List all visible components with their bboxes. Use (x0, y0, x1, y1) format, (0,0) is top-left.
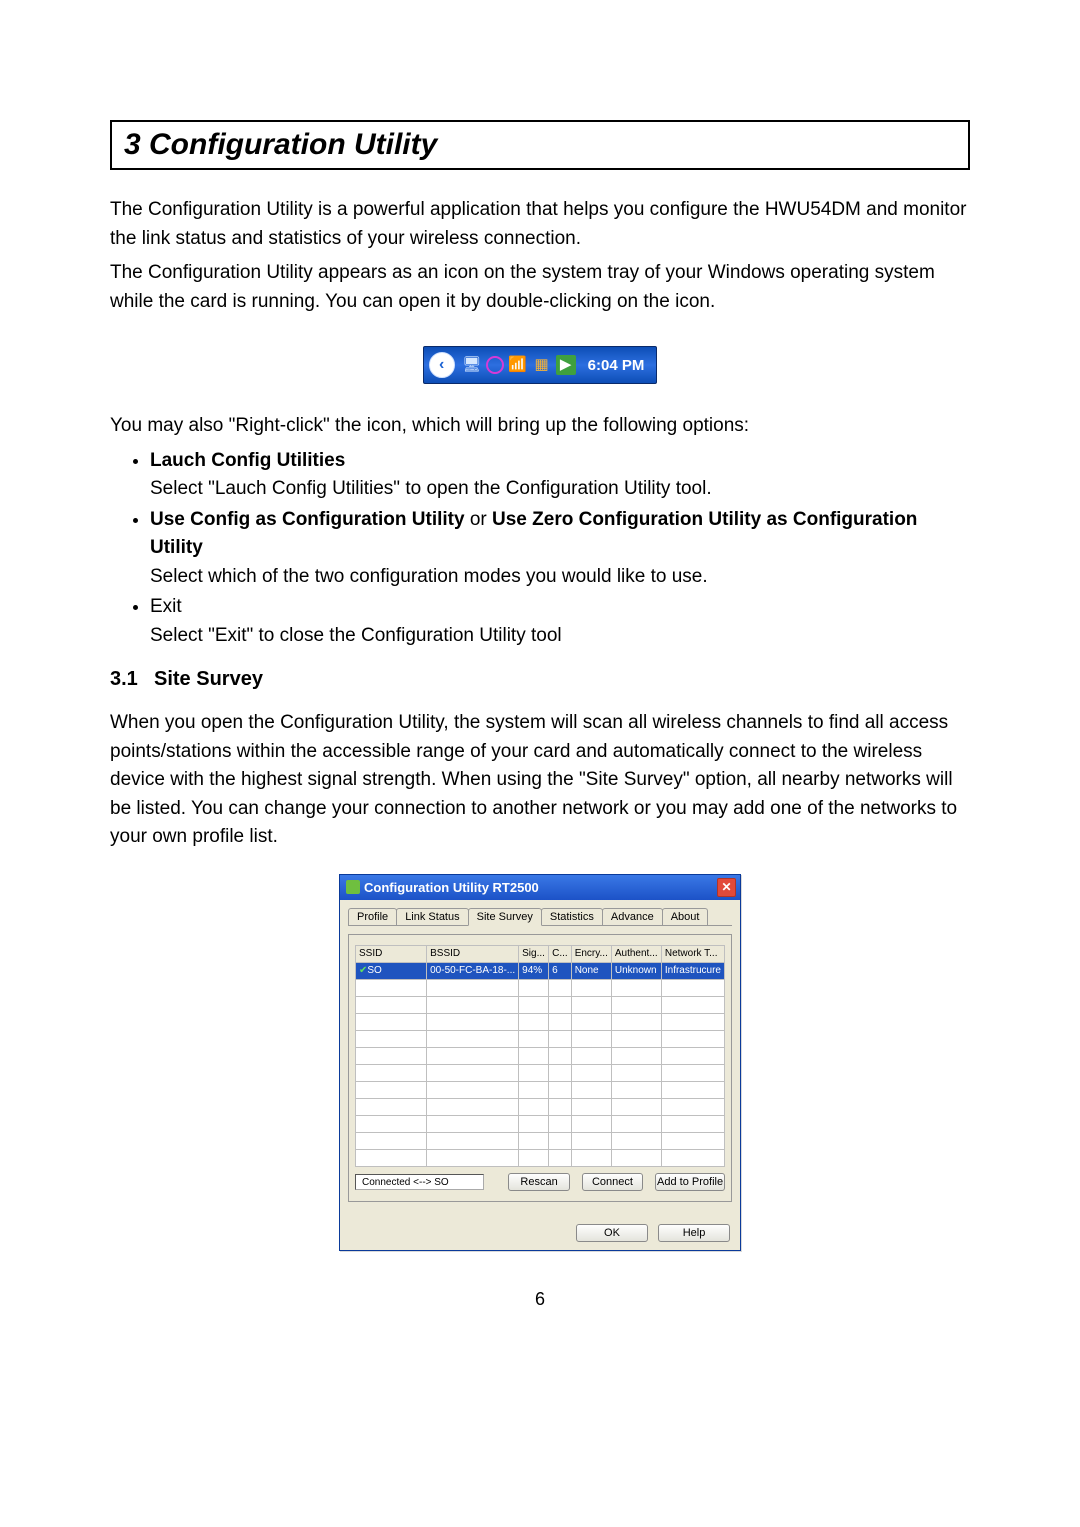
context-menu-options: Lauch Config Utilities Select "Lauch Con… (110, 447, 970, 651)
table-row[interactable] (356, 1030, 725, 1047)
tab-site-survey[interactable]: Site Survey (468, 908, 542, 926)
networks-table[interactable]: SSID BSSID Sig... C... Encry... Authent.… (355, 945, 725, 1167)
table-row[interactable] (356, 996, 725, 1013)
table-row[interactable] (356, 1047, 725, 1064)
table-row[interactable] (356, 1064, 725, 1081)
close-icon[interactable]: ✕ (717, 878, 736, 897)
dialog-title-text: Configuration Utility RT2500 (364, 880, 539, 895)
option-desc: Select which of the two configuration mo… (150, 566, 708, 587)
chapter-heading: 3 Configuration Utility (110, 120, 970, 170)
table-row[interactable] (356, 1013, 725, 1030)
table-row[interactable] (356, 1149, 725, 1166)
connect-button[interactable]: Connect (582, 1173, 643, 1191)
page-number: 6 (110, 1289, 970, 1310)
tray-clock: 6:04 PM (578, 357, 657, 374)
intro-paragraph-2: The Configuration Utility appears as an … (110, 259, 970, 316)
tab-statistics[interactable]: Statistics (541, 908, 603, 925)
tab-advance[interactable]: Advance (602, 908, 663, 925)
option-desc: Select "Exit" to close the Configuration… (150, 625, 562, 646)
table-row[interactable] (356, 1098, 725, 1115)
option-launch-config: Lauch Config Utilities Select "Lauch Con… (150, 447, 970, 504)
dialog-titlebar: Configuration Utility RT2500 ✕ (340, 875, 740, 900)
option-title: Lauch Config Utilities (150, 450, 345, 471)
table-row[interactable] (356, 1115, 725, 1132)
link-icon[interactable]: ▦ (532, 355, 552, 375)
subsection-heading: 3.1Site Survey (110, 668, 970, 691)
intro-paragraph-1: The Configuration Utility is a powerful … (110, 196, 970, 253)
config-utility-dialog: Configuration Utility RT2500 ✕ Profile L… (339, 874, 741, 1251)
help-button[interactable]: Help (658, 1224, 730, 1242)
antivirus-icon[interactable] (486, 356, 504, 374)
ok-button[interactable]: OK (576, 1224, 648, 1242)
tab-about[interactable]: About (662, 908, 709, 925)
system-tray: ‹ 🖥 📶 ▦ ▶ 6:04 PM (423, 346, 658, 384)
tab-profile[interactable]: Profile (348, 908, 397, 925)
connection-status: Connected <--> SO (355, 1174, 484, 1190)
rescan-button[interactable]: Rescan (508, 1173, 569, 1191)
dialog-app-icon (346, 880, 360, 894)
network-icon[interactable]: 🖥 (462, 355, 482, 375)
tray-chevron-icon[interactable]: ‹ (429, 352, 455, 378)
table-header-row: SSID BSSID Sig... C... Encry... Authent.… (356, 945, 725, 962)
table-row[interactable] (356, 1081, 725, 1098)
table-row[interactable] (356, 979, 725, 996)
subsection-paragraph: When you open the Configuration Utility,… (110, 709, 970, 852)
option-desc: Select "Lauch Config Utilities" to open … (150, 478, 712, 499)
table-row[interactable] (356, 1132, 725, 1149)
wifi-icon[interactable]: 📶 (508, 355, 528, 375)
rightclick-intro: You may also "Right-click" the icon, whi… (110, 412, 970, 441)
option-config-mode: Use Config as Configuration Utility or U… (150, 506, 970, 592)
dialog-tabs: Profile Link Status Site Survey Statisti… (348, 908, 732, 926)
tab-link-status[interactable]: Link Status (396, 908, 468, 925)
add-to-profile-button[interactable]: Add to Profile (655, 1173, 725, 1191)
option-exit: Exit Select "Exit" to close the Configur… (150, 593, 970, 650)
option-title: Exit (150, 596, 182, 617)
option-title: Use Config as Configuration Utility or U… (150, 509, 917, 559)
table-row[interactable]: ✔SO 00-50-FC-BA-18-... 94% 6 None Unknow… (356, 962, 725, 979)
security-icon[interactable]: ▶ (556, 355, 576, 375)
